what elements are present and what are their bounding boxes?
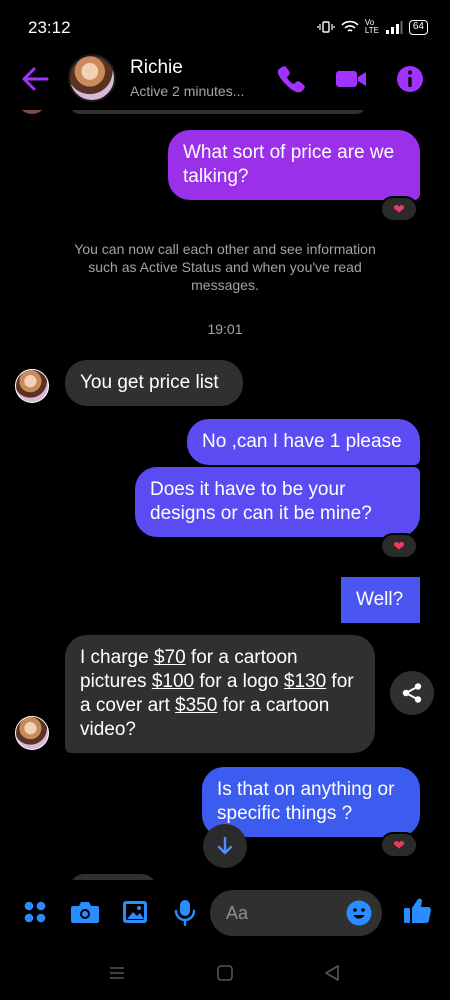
phone-icon[interactable] xyxy=(275,64,305,94)
image-icon[interactable] xyxy=(121,898,149,926)
incoming-message[interactable]: You get price list xyxy=(65,360,243,406)
wifi-icon xyxy=(341,20,359,32)
previous-message-peek xyxy=(70,110,366,114)
system-notice: You can now call each other and see info… xyxy=(74,241,376,293)
system-navigation-bar xyxy=(0,946,450,1000)
composer-bar: Aa xyxy=(0,880,450,946)
incoming-message[interactable]: I charge $70 for a cartoon pictures $100… xyxy=(65,635,375,753)
message-list[interactable]: What sort of price are we talking? ❤ You… xyxy=(0,110,450,880)
message-input-placeholder: Aa xyxy=(226,903,249,923)
price-link[interactable]: $100 xyxy=(152,671,194,692)
heart-reaction[interactable]: ❤ xyxy=(380,196,418,222)
price-link[interactable]: $350 xyxy=(175,695,217,716)
outgoing-message[interactable]: Well? xyxy=(341,577,420,623)
contact-avatar-small[interactable] xyxy=(15,369,49,403)
chat-header: Richie Active 2 minutes... xyxy=(0,52,450,110)
contact-status: Active 2 minutes... xyxy=(130,83,245,99)
apps-grid-icon[interactable] xyxy=(21,898,49,926)
volte-label: Vo LTE xyxy=(364,18,379,35)
scroll-to-bottom-button[interactable] xyxy=(203,824,247,868)
signal-icon xyxy=(385,20,403,34)
previous-avatar-peek xyxy=(17,110,47,114)
contact-avatar-small[interactable] xyxy=(15,716,49,750)
message-text: for a logo xyxy=(194,671,284,692)
status-icons: Vo LTE 64 xyxy=(317,19,428,35)
heart-reaction[interactable]: ❤ xyxy=(380,832,418,858)
heart-reaction[interactable]: ❤ xyxy=(380,533,418,559)
share-button[interactable] xyxy=(390,671,434,715)
smiley-icon[interactable] xyxy=(346,900,372,926)
timestamp: 19:01 xyxy=(207,321,243,337)
camera-icon[interactable] xyxy=(70,898,100,926)
arrow-left-icon[interactable] xyxy=(20,64,50,94)
outgoing-message[interactable]: Does it have to be your designs or can i… xyxy=(135,467,420,537)
thumbs-up-icon[interactable] xyxy=(402,896,432,926)
outgoing-message[interactable]: No ,can I have 1 please xyxy=(187,419,420,465)
price-link[interactable]: $70 xyxy=(154,647,186,668)
outgoing-message[interactable]: What sort of price are we talking? xyxy=(168,130,420,200)
battery-indicator: 64 xyxy=(408,19,428,35)
message-text: I charge xyxy=(80,647,154,668)
menu-icon[interactable] xyxy=(108,964,126,982)
status-bar: 23:12 Vo LTE 64 xyxy=(0,0,450,52)
price-link[interactable]: $130 xyxy=(284,671,326,692)
back-triangle-icon[interactable] xyxy=(323,964,341,982)
contact-name[interactable]: Richie xyxy=(130,57,183,79)
message-input[interactable]: Aa xyxy=(210,890,382,936)
video-camera-icon[interactable] xyxy=(335,64,367,94)
share-icon xyxy=(402,683,422,703)
home-icon[interactable] xyxy=(216,964,234,982)
arrow-down-icon xyxy=(217,836,233,855)
microphone-icon[interactable] xyxy=(171,898,199,926)
info-icon[interactable] xyxy=(396,65,424,93)
vibrate-icon xyxy=(317,21,335,33)
status-time: 23:12 xyxy=(28,18,71,37)
contact-avatar[interactable] xyxy=(68,54,116,102)
